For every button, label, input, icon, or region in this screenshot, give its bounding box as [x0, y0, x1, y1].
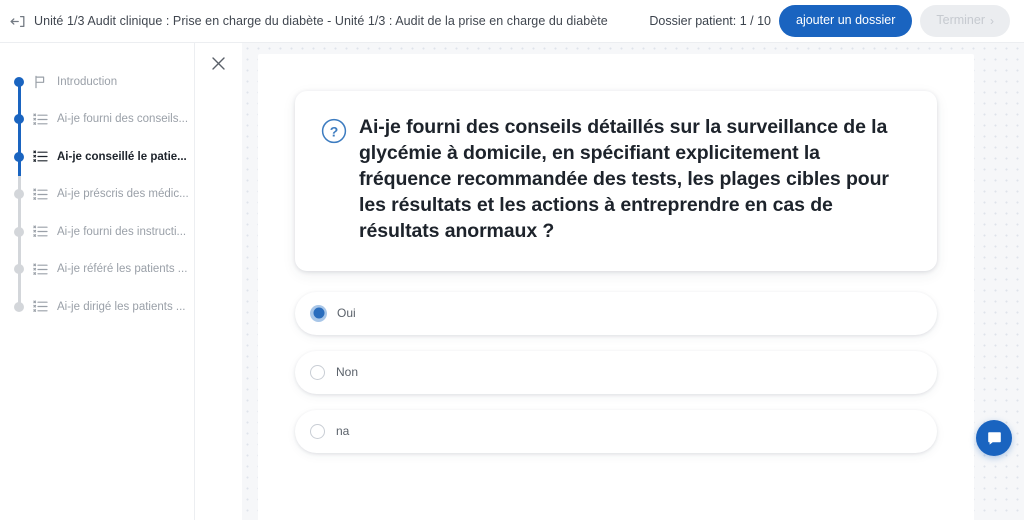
timeline-dot — [14, 114, 24, 125]
answer-options-list: Oui Non na — [295, 291, 937, 453]
checklist-icon — [32, 111, 48, 127]
timeline-dot — [14, 264, 24, 275]
answer-option-label: na — [336, 424, 350, 439]
timeline-dot — [14, 301, 24, 312]
finish-button-label: Terminer — [936, 13, 985, 28]
chevron-right-icon: › — [990, 13, 994, 28]
top-header-bar: Unité 1/3 Audit clinique : Prise en char… — [0, 0, 1024, 43]
sidebar-item-2[interactable]: Ai-je conseillé le patie... — [0, 138, 194, 176]
sidebar-item-label: Introduction — [57, 75, 118, 88]
timeline-dot — [14, 189, 24, 200]
close-panel-column — [195, 43, 242, 520]
header-actions: Dossier patient: 1 / 10 ajouter un dossi… — [649, 5, 1024, 37]
sidebar-item-label: Ai-je référé les patients ... — [57, 263, 188, 276]
breadcrumb: Unité 1/3 Audit clinique : Prise en char… — [34, 14, 608, 28]
question-panel: ? Ai-je fourni des conseils détaillés su… — [258, 54, 974, 520]
question-card: ? Ai-je fourni des conseils détaillés su… — [295, 91, 937, 271]
checklist-icon — [32, 149, 48, 165]
answer-option-oui[interactable]: Oui — [295, 291, 937, 335]
radio-button[interactable] — [310, 423, 325, 439]
sidebar-item-6[interactable]: Ai-je dirigé les patients ... — [0, 288, 194, 326]
sidebar-item-label: Ai-je dirigé les patients ... — [57, 300, 186, 313]
sidebar-item-label: Ai-je préscris des médic... — [57, 188, 189, 201]
main-content-area: ? Ai-je fourni des conseils détaillés su… — [242, 43, 1024, 520]
timeline-dot — [14, 226, 24, 237]
finish-button[interactable]: Terminer › — [920, 5, 1010, 37]
sidebar-item-label: Ai-je conseillé le patie... — [57, 150, 187, 163]
sidebar-item-4[interactable]: Ai-je fourni des instructi... — [0, 213, 194, 251]
timeline-dot — [14, 151, 24, 162]
answer-option-label: Oui — [337, 306, 356, 321]
sidebar-item-0[interactable]: Introduction — [0, 63, 194, 101]
flag-icon — [32, 74, 48, 90]
sidebar-item-5[interactable]: Ai-je référé les patients ... — [0, 250, 194, 288]
answer-option-label: Non — [336, 365, 359, 380]
sidebar-item-label: Ai-je fourni des instructi... — [57, 225, 187, 238]
patient-record-counter: Dossier patient: 1 / 10 — [649, 14, 771, 28]
sidebar-item-3[interactable]: Ai-je préscris des médic... — [0, 175, 194, 213]
back-arrow-icon[interactable] — [0, 0, 34, 43]
timeline-dot — [14, 76, 24, 87]
sidebar-item-label: Ai-je fourni des conseils... — [57, 113, 189, 126]
close-icon[interactable] — [206, 51, 230, 75]
chat-bubble-icon[interactable] — [976, 420, 1012, 456]
sidebar-navigation: Introduction Ai-je fourni des conseils...… — [0, 43, 195, 520]
answer-option-non[interactable]: Non — [295, 350, 937, 394]
question-text: Ai-je fourni des conseils détaillés sur … — [359, 116, 889, 242]
question-mark-circle-icon: ? — [321, 118, 347, 149]
checklist-icon — [32, 224, 48, 240]
checklist-icon — [32, 299, 48, 315]
sidebar-item-1[interactable]: Ai-je fourni des conseils... — [0, 100, 194, 138]
answer-option-na[interactable]: na — [295, 409, 937, 453]
checklist-icon — [32, 261, 48, 277]
radio-button[interactable] — [310, 304, 327, 322]
checklist-icon — [32, 186, 48, 202]
svg-text:?: ? — [330, 123, 339, 139]
radio-button[interactable] — [310, 364, 325, 380]
add-record-button[interactable]: ajouter un dossier — [779, 5, 913, 37]
